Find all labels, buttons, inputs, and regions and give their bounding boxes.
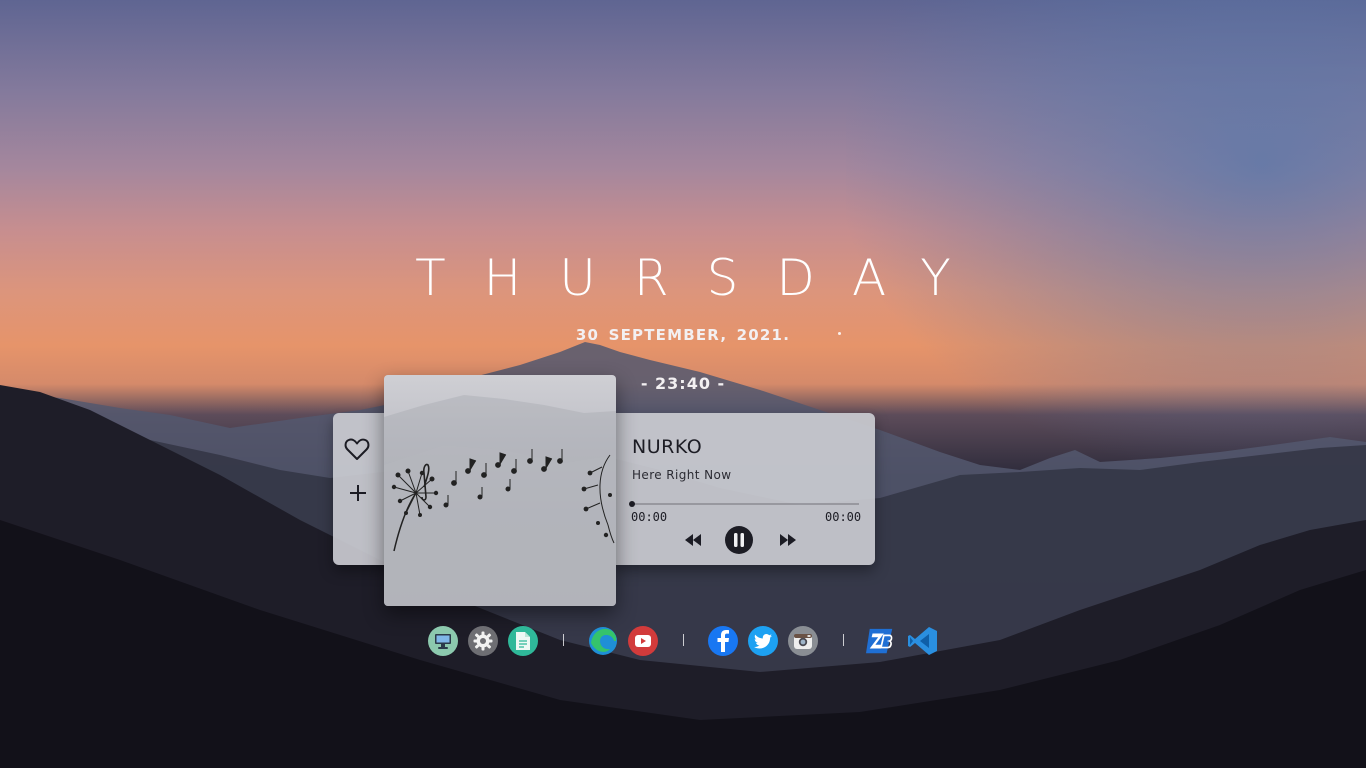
- date-text: 30 SEPTEMBER, 2021.: [575, 326, 791, 344]
- rewind-icon: [685, 533, 701, 546]
- dandelion-music-art: [384, 395, 616, 606]
- pause-button[interactable]: [725, 526, 753, 554]
- dock-separator: [683, 634, 684, 646]
- edge-browser-icon: [589, 627, 617, 655]
- like-button[interactable]: [344, 436, 370, 462]
- dock-twitter[interactable]: [748, 626, 778, 656]
- artist-name: NURKO: [632, 436, 703, 458]
- gear-icon: [473, 631, 493, 651]
- youtube-icon: [635, 635, 651, 647]
- next-button[interactable]: [779, 531, 797, 548]
- facebook-icon: [717, 630, 729, 652]
- dock-separator: [843, 634, 844, 646]
- elapsed-time: 00:00: [631, 510, 668, 524]
- previous-button[interactable]: [684, 531, 702, 548]
- dock-facebook[interactable]: [708, 626, 738, 656]
- dock-this-pc[interactable]: [428, 626, 458, 656]
- day-title: THURSDAY: [415, 249, 989, 307]
- twitter-icon: [754, 633, 772, 649]
- add-to-playlist-button[interactable]: [347, 483, 369, 505]
- pause-icon: [734, 533, 744, 547]
- plus-icon: [350, 485, 366, 501]
- zb-logo-icon: [866, 628, 893, 654]
- total-time: 00:00: [825, 510, 862, 524]
- dock-settings[interactable]: [468, 626, 498, 656]
- camera-icon: [794, 634, 812, 649]
- progress-handle[interactable]: [629, 501, 635, 507]
- dock-vscode[interactable]: [908, 626, 938, 656]
- dock-separator: [563, 634, 564, 646]
- album-art: [384, 375, 616, 606]
- progress-bar[interactable]: [632, 503, 859, 505]
- dock-youtube[interactable]: [628, 626, 658, 656]
- time-text: - 23:40 -: [640, 374, 726, 393]
- document-icon: [516, 632, 530, 650]
- dock-notes[interactable]: [508, 626, 538, 656]
- vscode-icon: [908, 627, 937, 655]
- song-title: Here Right Now: [632, 468, 732, 482]
- monitor-icon: [435, 634, 451, 649]
- heart-icon: [344, 438, 370, 460]
- fast-forward-icon: [780, 533, 796, 546]
- dock-edge[interactable]: [588, 626, 618, 656]
- dock-zb-app[interactable]: [866, 626, 896, 656]
- dock-camera[interactable]: [788, 626, 818, 656]
